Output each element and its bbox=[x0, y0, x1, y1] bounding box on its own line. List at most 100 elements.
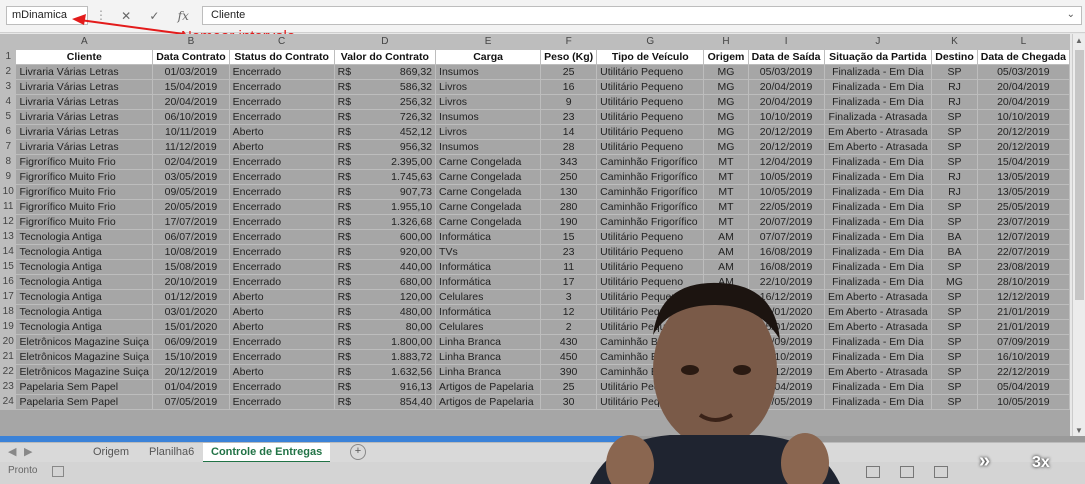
table-cell[interactable]: Eletrônicos Magazine Suiça bbox=[15, 334, 154, 350]
table-cell[interactable]: Informática bbox=[435, 229, 542, 245]
table-cell[interactable]: Caminhão Frigorífico bbox=[596, 169, 705, 185]
table-cell[interactable]: 10/05/2019 bbox=[747, 169, 825, 185]
table-cell[interactable]: 190 bbox=[540, 214, 598, 230]
table-cell[interactable]: 02/04/2019 bbox=[152, 154, 230, 170]
playback-speed[interactable]: 3x bbox=[1032, 454, 1050, 472]
table-cell[interactable]: Finalizada - Em Dia bbox=[823, 154, 933, 170]
table-cell[interactable]: Utilitário Pequeno bbox=[596, 64, 705, 80]
table-cell[interactable]: 10/10/2019 bbox=[747, 109, 825, 125]
table-cell[interactable]: R$ 120,00 bbox=[333, 289, 437, 305]
table-cell[interactable]: Caminhão Frigorífico bbox=[596, 214, 705, 230]
table-cell[interactable]: 250 bbox=[540, 169, 598, 185]
table-cell[interactable]: TVs bbox=[435, 244, 542, 260]
table-cell[interactable]: Finalizada - Em Dia bbox=[823, 64, 933, 80]
scroll-up-icon[interactable]: ▲ bbox=[1075, 36, 1083, 45]
table-cell[interactable]: MG bbox=[703, 64, 749, 80]
table-cell[interactable]: Finalizada - Em Dia bbox=[823, 94, 933, 110]
table-cell[interactable]: SP bbox=[931, 259, 978, 275]
table-cell[interactable]: 22/07/2019 bbox=[976, 244, 1070, 260]
table-cell[interactable]: Livraria Várias Letras bbox=[15, 79, 154, 95]
table-cell[interactable]: Finalizada - Em Dia bbox=[823, 79, 933, 95]
header-cell[interactable]: Situação da Partida bbox=[823, 49, 933, 65]
column-header[interactable]: L bbox=[976, 34, 1070, 50]
table-cell[interactable]: MG bbox=[703, 109, 749, 125]
table-cell[interactable]: Em Aberto - Atrasada bbox=[823, 304, 933, 320]
spreadsheet-grid[interactable]: ABCDEFGHIJKL 1 Cliente Data Contrato Statu… bbox=[0, 34, 1070, 438]
table-cell[interactable]: Artigos de Papelaria bbox=[435, 394, 542, 410]
table-cell[interactable]: Carne Congelada bbox=[435, 184, 542, 200]
table-cell[interactable]: Finalizada - Em Dia bbox=[823, 394, 933, 410]
table-cell[interactable]: 16 bbox=[540, 79, 598, 95]
row-number[interactable]: 14 bbox=[0, 244, 17, 260]
table-cell[interactable]: SP bbox=[931, 334, 978, 350]
header-cell[interactable]: Data de Chegada bbox=[976, 49, 1070, 65]
scroll-thumb[interactable] bbox=[1075, 50, 1084, 300]
table-cell[interactable]: MT bbox=[703, 184, 749, 200]
table-cell[interactable]: 22/05/2019 bbox=[747, 199, 825, 215]
macro-record-icon[interactable] bbox=[52, 466, 64, 477]
table-cell[interactable]: SP bbox=[931, 214, 978, 230]
table-cell[interactable]: MG bbox=[703, 124, 749, 140]
header-cell[interactable]: Tipo de Veículo bbox=[596, 49, 705, 65]
table-cell[interactable]: SP bbox=[931, 364, 978, 380]
formula-input[interactable]: Cliente ⌄ bbox=[202, 6, 1082, 25]
table-cell[interactable]: Encerrado bbox=[228, 79, 335, 95]
table-cell[interactable]: Utilitário Pequeno bbox=[596, 109, 705, 125]
table-cell[interactable]: 343 bbox=[540, 154, 598, 170]
table-cell[interactable]: Linha Branca bbox=[435, 349, 542, 365]
table-cell[interactable]: 12/07/2019 bbox=[976, 229, 1070, 245]
table-cell[interactable]: 20/04/2019 bbox=[747, 94, 825, 110]
table-cell[interactable]: MG bbox=[703, 79, 749, 95]
row-number[interactable]: 2 bbox=[0, 64, 17, 80]
table-cell[interactable]: Aberto bbox=[228, 304, 335, 320]
table-cell[interactable]: Informática bbox=[435, 304, 542, 320]
table-cell[interactable]: 280 bbox=[540, 199, 598, 215]
table-cell[interactable]: Encerrado bbox=[228, 214, 335, 230]
table-cell[interactable]: 20/12/2019 bbox=[152, 364, 230, 380]
table-cell[interactable]: 15 bbox=[540, 229, 598, 245]
row-number[interactable]: 22 bbox=[0, 364, 17, 380]
header-cell[interactable]: Destino bbox=[931, 49, 978, 65]
table-cell[interactable]: 11 bbox=[540, 259, 598, 275]
table-cell[interactable]: Encerrado bbox=[228, 154, 335, 170]
table-cell[interactable]: 10/05/2019 bbox=[976, 394, 1070, 410]
table-cell[interactable]: Finalizada - Em Dia bbox=[823, 214, 933, 230]
table-cell[interactable]: Finalizada - Em Dia bbox=[823, 259, 933, 275]
column-header[interactable]: A bbox=[15, 34, 154, 50]
table-cell[interactable]: 20/04/2019 bbox=[747, 79, 825, 95]
select-all-corner[interactable] bbox=[0, 34, 17, 50]
header-cell[interactable]: Cliente bbox=[15, 49, 154, 65]
table-cell[interactable]: Encerrado bbox=[228, 244, 335, 260]
table-cell[interactable]: SP bbox=[931, 319, 978, 335]
table-cell[interactable]: 430 bbox=[540, 334, 598, 350]
table-cell[interactable]: 15/04/2019 bbox=[976, 154, 1070, 170]
table-cell[interactable]: Insumos bbox=[435, 109, 542, 125]
row-number[interactable]: 6 bbox=[0, 124, 17, 140]
table-cell[interactable]: Informática bbox=[435, 274, 542, 290]
row-number[interactable]: 16 bbox=[0, 274, 17, 290]
table-cell[interactable]: 06/09/2019 bbox=[152, 334, 230, 350]
table-cell[interactable]: Tecnologia Antiga bbox=[15, 229, 154, 245]
table-cell[interactable]: RJ bbox=[931, 94, 978, 110]
table-cell[interactable]: 390 bbox=[540, 364, 598, 380]
table-cell[interactable]: R$ 1.326,68 bbox=[333, 214, 437, 230]
tab-prev-icon[interactable]: ◀ bbox=[8, 443, 16, 461]
table-cell[interactable]: SP bbox=[931, 349, 978, 365]
table-cell[interactable]: 20/04/2019 bbox=[976, 94, 1070, 110]
table-cell[interactable]: 15/08/2019 bbox=[152, 259, 230, 275]
row-number[interactable]: 7 bbox=[0, 139, 17, 155]
tab-planilha6[interactable]: Planilha6 bbox=[149, 443, 194, 461]
table-cell[interactable]: 9 bbox=[540, 94, 598, 110]
table-cell[interactable]: 05/03/2019 bbox=[976, 64, 1070, 80]
table-cell[interactable]: R$ 869,32 bbox=[333, 64, 437, 80]
table-cell[interactable]: 17 bbox=[540, 274, 598, 290]
table-cell[interactable]: 23 bbox=[540, 109, 598, 125]
table-cell[interactable]: AM bbox=[703, 259, 749, 275]
table-cell[interactable]: Encerrado bbox=[228, 199, 335, 215]
table-cell[interactable]: 15/10/2019 bbox=[152, 349, 230, 365]
table-cell[interactable]: Tecnologia Antiga bbox=[15, 319, 154, 335]
page-layout-icon[interactable] bbox=[900, 466, 914, 478]
table-cell[interactable]: 07/07/2019 bbox=[747, 229, 825, 245]
table-cell[interactable]: Livraria Várias Letras bbox=[15, 64, 154, 80]
table-cell[interactable]: Encerrado bbox=[228, 379, 335, 395]
